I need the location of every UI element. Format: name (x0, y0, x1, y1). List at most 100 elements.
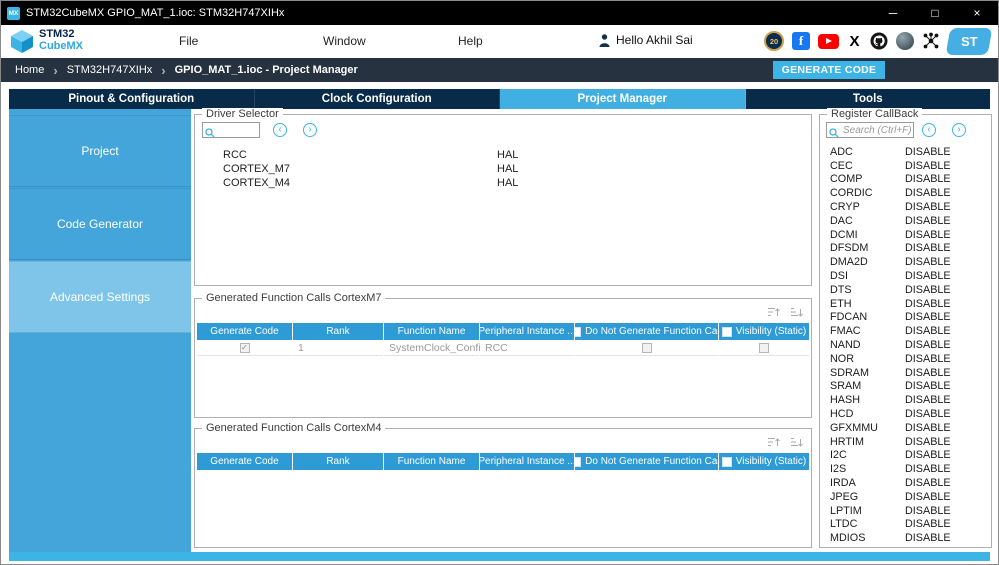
register-callback-row[interactable]: DAC DISABLE (821, 214, 990, 228)
register-callback-row[interactable]: ADC DISABLE (821, 145, 990, 159)
peripheral-name: HASH (830, 394, 860, 407)
nav-next-icon[interactable]: › (303, 123, 317, 137)
col-visibility-static: Visibility (Static) (719, 453, 809, 470)
nav-next-icon[interactable]: › (952, 123, 966, 137)
github-icon[interactable] (870, 32, 888, 50)
register-callback-row[interactable]: LTDC DISABLE (821, 518, 990, 532)
sidebar-item-project[interactable]: Project (9, 115, 191, 187)
register-callback-row[interactable]: I2S DISABLE (821, 462, 990, 476)
register-callback-search-input[interactable] (826, 122, 914, 138)
callback-state: DISABLE (905, 297, 951, 310)
header-checkbox[interactable] (575, 326, 582, 337)
breadcrumb-home[interactable]: Home (15, 64, 44, 76)
col-rank: Rank (293, 323, 383, 340)
generate-code-checkbox[interactable]: ✓ (239, 342, 250, 353)
col-do-not-generate: Do Not Generate Function Call (575, 453, 718, 470)
register-callback-row[interactable]: ETH DISABLE (821, 297, 990, 311)
col-generate-code: Generate Code (197, 453, 292, 470)
maximize-button[interactable]: □ (914, 1, 956, 25)
register-callback-row[interactable]: HCD DISABLE (821, 407, 990, 421)
register-callback-row[interactable]: FMAC DISABLE (821, 324, 990, 338)
callback-state: DISABLE (905, 504, 951, 517)
peripheral-name: DSI (830, 270, 848, 283)
register-callback-row[interactable]: DMA2D DISABLE (821, 255, 990, 269)
nav-previous-icon[interactable]: ‹ (273, 123, 287, 137)
menu-help[interactable]: Help (458, 34, 483, 48)
register-callback-row[interactable]: NOR DISABLE (821, 352, 990, 366)
sidebar-item-advanced-settings[interactable]: Advanced Settings (9, 261, 191, 333)
visibility-static-checkbox[interactable] (759, 342, 769, 353)
nav-previous-icon[interactable]: ‹ (922, 123, 936, 137)
driver-row[interactable]: RCC HAL (197, 148, 809, 162)
register-callback-row[interactable]: HRTIM DISABLE (821, 435, 990, 449)
youtube-icon[interactable] (818, 33, 839, 49)
register-callback-list: ADC DISABLE CEC DISABLE COMP DISABLE COR… (821, 145, 990, 545)
register-callback-row[interactable]: COMP DISABLE (821, 173, 990, 187)
peripheral-name: NAND (830, 339, 861, 352)
register-callback-panel: Register CallBack ‹ › ADC DISABLE CEC DI… (819, 108, 992, 548)
menu-window[interactable]: Window (323, 34, 366, 48)
x-twitter-icon[interactable]: X (847, 33, 862, 50)
register-callback-row[interactable]: DTS DISABLE (821, 283, 990, 297)
do-not-generate-checkbox[interactable] (641, 342, 652, 353)
callback-state: DISABLE (905, 366, 951, 379)
close-button[interactable]: × (956, 1, 998, 25)
register-callback-row[interactable]: DCMI DISABLE (821, 228, 990, 242)
driver-row[interactable]: CORTEX_M4 HAL (197, 176, 809, 190)
function-call-row[interactable]: ✓ 1 SystemClock_Config RCC (197, 340, 809, 356)
peripheral-name: FDCAN (830, 311, 868, 324)
register-callback-row[interactable]: SDRAM DISABLE (821, 366, 990, 380)
breadcrumb-mcu[interactable]: STM32H747XIHx (67, 64, 153, 76)
col-visibility-static: Visibility (Static) (719, 323, 809, 340)
minimize-button[interactable]: ─ (872, 1, 914, 25)
register-callback-row[interactable]: CORDIC DISABLE (821, 186, 990, 200)
facebook-icon[interactable]: f (792, 32, 810, 50)
sort-ascending-icon[interactable] (767, 305, 780, 323)
tab-clock-configuration[interactable]: Clock Configuration (255, 89, 500, 109)
register-callback-row[interactable]: MDIOS DISABLE (821, 531, 990, 545)
sidebar-item-code-generator[interactable]: Code Generator (9, 188, 191, 260)
driver-selector-list: RCC HAL CORTEX_M7 HAL CORTEX_M4 HAL (197, 148, 809, 190)
driver-row[interactable]: CORTEX_M7 HAL (197, 162, 809, 176)
header-checkbox[interactable] (721, 456, 732, 467)
sort-descending-icon[interactable] (790, 305, 803, 323)
community-sphere-icon[interactable] (896, 32, 914, 50)
register-callback-row[interactable]: I2C DISABLE (821, 449, 990, 463)
sort-ascending-icon[interactable] (767, 435, 780, 453)
register-callback-row[interactable]: HASH DISABLE (821, 393, 990, 407)
driver-type: HAL (497, 163, 519, 175)
driver-peripheral-name: CORTEX_M7 (223, 163, 291, 175)
register-callback-row[interactable]: JPEG DISABLE (821, 490, 990, 504)
peripheral-name: HCD (830, 408, 854, 421)
tab-pinout-configuration[interactable]: Pinout & Configuration (9, 89, 255, 109)
sort-descending-icon[interactable] (790, 435, 803, 453)
network-hub-icon[interactable] (922, 32, 940, 50)
generate-code-button[interactable]: GENERATE CODE (773, 61, 885, 79)
callback-state: DISABLE (905, 214, 951, 227)
tab-tools[interactable]: Tools (746, 89, 991, 109)
register-callback-row[interactable]: GFXMMU DISABLE (821, 421, 990, 435)
menu-file[interactable]: File (179, 34, 198, 48)
register-callback-row[interactable]: DSI DISABLE (821, 269, 990, 283)
driver-type: HAL (497, 149, 519, 161)
register-callback-row[interactable]: CRYP DISABLE (821, 200, 990, 214)
callback-state: DISABLE (905, 352, 951, 365)
register-callback-row[interactable]: NAND DISABLE (821, 338, 990, 352)
tab-project-manager[interactable]: Project Manager (500, 89, 746, 109)
driver-peripheral-name: CORTEX_M4 (223, 177, 291, 189)
register-callback-row[interactable]: CEC DISABLE (821, 159, 990, 173)
header-checkbox[interactable] (575, 456, 582, 467)
anniversary-badge-icon[interactable]: 20 (764, 31, 784, 51)
register-callback-row[interactable]: IRDA DISABLE (821, 476, 990, 490)
header-checkbox[interactable] (721, 326, 732, 337)
callback-state: DISABLE (905, 463, 951, 476)
driver-selector-search-input[interactable] (202, 122, 260, 138)
register-callback-row[interactable]: LPTIM DISABLE (821, 504, 990, 518)
peripheral-name: FMAC (830, 325, 861, 338)
peripheral-name: LPTIM (830, 504, 862, 517)
register-callback-row[interactable]: FDCAN DISABLE (821, 311, 990, 325)
user-greeting[interactable]: Hello Akhil Sai (599, 33, 693, 47)
st-logo[interactable]: ST (945, 28, 993, 55)
register-callback-row[interactable]: SRAM DISABLE (821, 380, 990, 394)
register-callback-row[interactable]: DFSDM DISABLE (821, 242, 990, 256)
